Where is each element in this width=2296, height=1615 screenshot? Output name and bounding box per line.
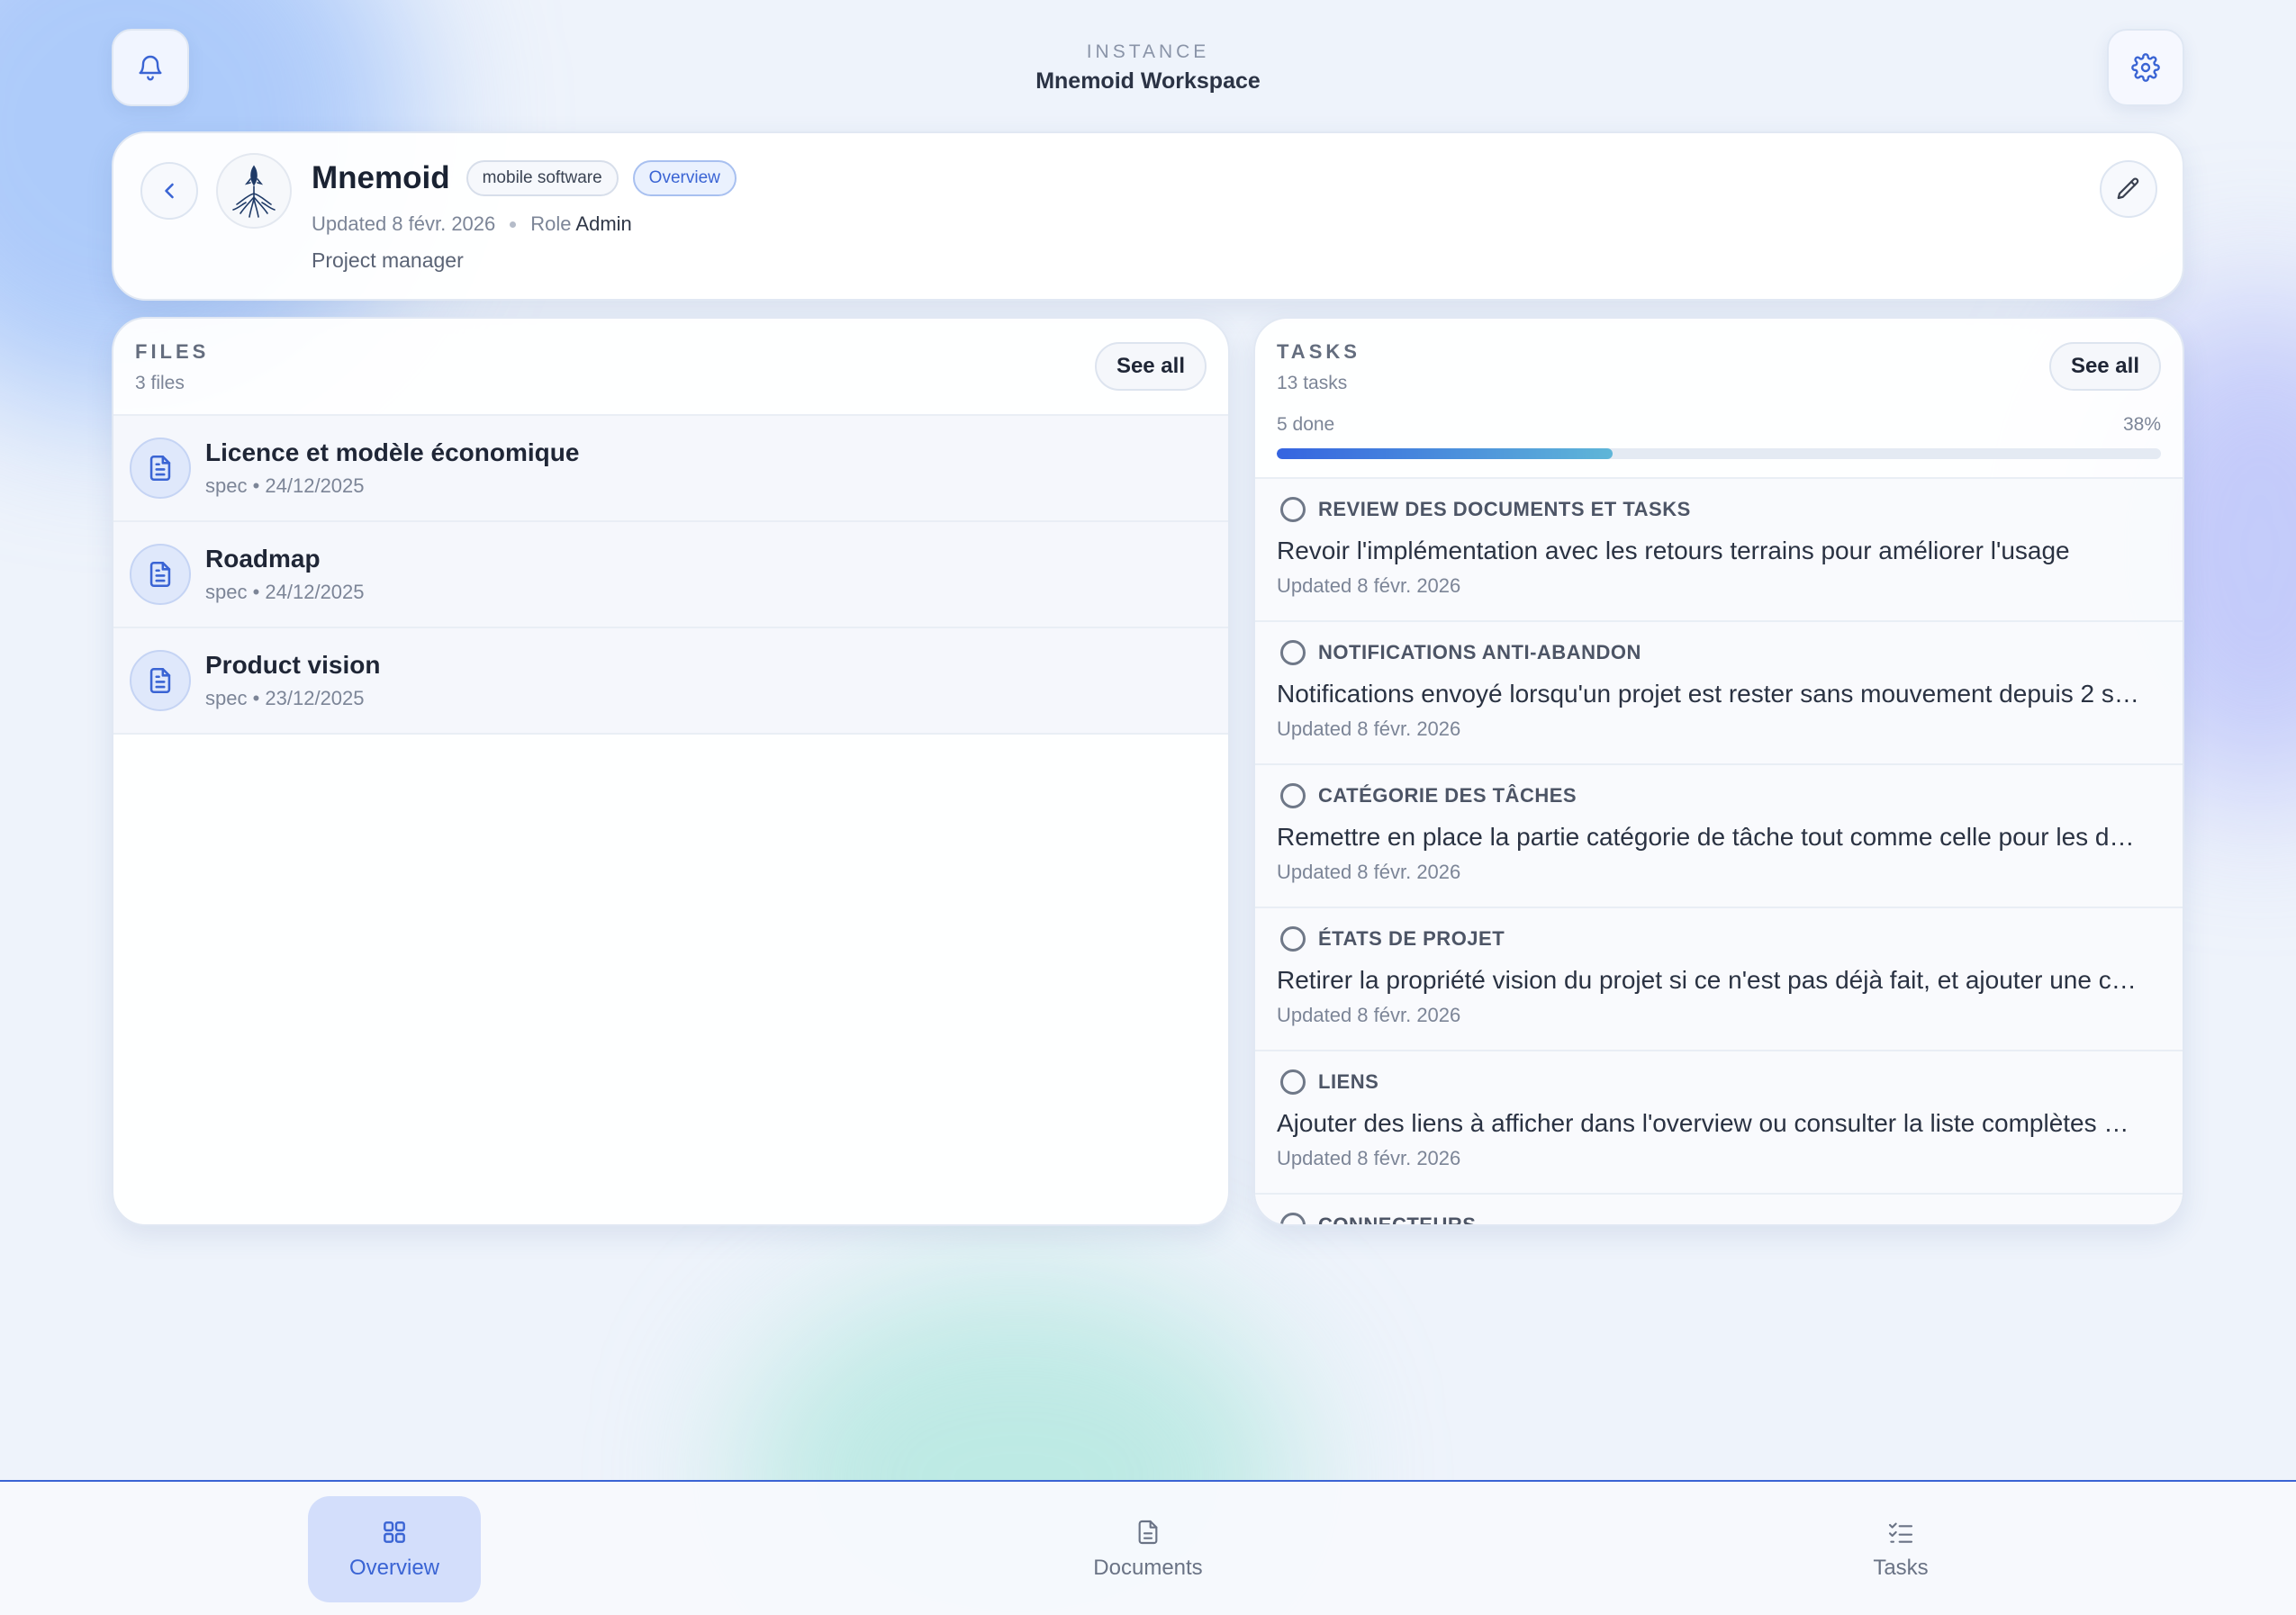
tasks-panel: TASKS 13 tasks See all 5 done 38% REVIEW… [1253,317,2184,1226]
task-title: NOTIFICATIONS ANTI-ABANDON [1318,641,1641,663]
task-item[interactable]: LIENS Ajouter des liens à afficher dans … [1255,1051,2183,1195]
project-avatar [216,153,292,229]
progress-labels: 5 done 38% [1277,414,2161,436]
task-updated: Updated 8 févr. 2026 [1277,1004,1461,1026]
file-name: Roadmap [205,545,321,573]
nav-overview[interactable]: Overview [308,1496,481,1602]
project-title-row: Mnemoid mobile software Overview [312,160,737,196]
task-description: Remettre en place la partie catégorie de… [1277,823,2135,851]
edit-project-button[interactable] [2100,160,2157,218]
task-checkbox[interactable] [1280,783,1306,808]
task-updated: Updated 8 févr. 2026 [1277,861,1461,883]
task-checkbox[interactable] [1280,926,1306,952]
files-panel: FILES 3 files See all Licence et modèle … [112,317,1230,1226]
task-title: ÉTATS DE PROJET [1318,927,1505,950]
document-icon [130,438,191,499]
task-title: CONNECTEURS [1318,1214,1477,1226]
nav-tasks-label: Tasks [1873,1556,1929,1580]
file-meta: spec • 24/12/2025 [205,474,365,497]
task-updated: Updated 8 févr. 2026 [1277,717,1461,740]
task-description: Notifications envoyé lorsqu'un projet es… [1277,680,2139,708]
separator-dot [510,221,517,228]
tasks-count: 13 tasks [1277,373,1348,393]
role-label: Role [530,212,572,235]
nav-tasks[interactable]: Tasks [1814,1496,1987,1602]
instance-name: Mnemoid Workspace [1035,68,1261,94]
role-info: Role Admin [530,212,632,236]
project-updated: Updated 8 févr. 2026 [312,212,496,235]
project-meta: Updated 8 févr. 2026 Role Admin [312,212,632,236]
document-icon [130,650,191,711]
task-item[interactable]: ÉTATS DE PROJET Retirer la propriété vis… [1255,908,2183,1051]
task-description: Revoir l'implémentation avec les retours… [1277,537,2070,564]
task-checkbox[interactable] [1280,1213,1306,1224]
gear-icon [2131,53,2160,82]
instance-header: INSTANCE Mnemoid Workspace [0,41,2296,95]
document-icon [1138,1520,1158,1545]
task-item[interactable]: CATÉGORIE DES TÂCHES Remettre en place l… [1255,765,2183,908]
task-item[interactable]: NOTIFICATIONS ANTI-ABANDON Notifications… [1255,622,2183,765]
task-description: Ajouter des liens à afficher dans l'over… [1277,1109,2129,1137]
role-value: Admin [575,212,632,235]
task-checkbox[interactable] [1280,640,1306,665]
task-description: Retirer la propriété vision du projet si… [1277,966,2137,994]
tasks-see-all-button[interactable]: See all [2048,342,2161,391]
overview-chip: Overview [632,160,737,196]
task-title: LIENS [1318,1070,1379,1093]
chevron-left-icon [165,183,174,199]
task-checkbox[interactable] [1280,497,1306,522]
tasks-progress-bar [1277,448,2161,459]
task-item[interactable]: CONNECTEURS [1255,1195,2183,1226]
instance-label: INSTANCE [1086,41,1210,62]
project-card: Mnemoid mobile software Overview Updated… [112,131,2184,301]
files-title: FILES [135,340,210,363]
files-see-all-button[interactable]: See all [1094,342,1207,391]
file-item[interactable]: Roadmap spec • 24/12/2025 [113,522,1228,628]
settings-button[interactable] [2107,29,2184,106]
project-title: Mnemoid [312,160,450,195]
task-title: REVIEW DES DOCUMENTS ET TASKS [1318,498,1691,520]
tasks-done-label: 5 done [1277,414,1335,435]
files-list: Licence et modèle économique spec • 24/1… [113,414,1228,735]
nav-overview-label: Overview [348,1556,440,1580]
project-position: Project manager [312,248,464,272]
files-count: 3 files [135,373,185,393]
grid-icon [384,1521,405,1543]
back-button[interactable] [140,162,198,220]
nav-documents-label: Documents [1093,1556,1203,1580]
nav-documents[interactable]: Documents [1062,1496,1234,1602]
task-updated: Updated 8 févr. 2026 [1277,574,1461,597]
pencil-icon [2117,177,2139,200]
file-name: Product vision [205,651,381,679]
tag-chip: mobile software [466,160,619,196]
bottom-nav: Overview Documents Tasks [0,1480,2296,1615]
file-item[interactable]: Product vision spec • 23/12/2025 [113,628,1228,735]
tasks-percent-label: 38% [2122,414,2161,435]
task-item[interactable]: REVIEW DES DOCUMENTS ET TASKS Revoir l'i… [1255,479,2183,622]
task-title: CATÉGORIE DES TÂCHES [1318,784,1577,807]
tasks-progress-fill [1277,448,1614,459]
rocket-tree-logo-icon [232,165,276,218]
file-name: Licence et modèle économique [205,438,580,466]
tasks-list: REVIEW DES DOCUMENTS ET TASKS Revoir l'i… [1255,477,2183,1226]
file-meta: spec • 23/12/2025 [205,687,365,709]
task-updated: Updated 8 févr. 2026 [1277,1147,1461,1169]
document-icon [130,544,191,605]
file-item[interactable]: Licence et modèle économique spec • 24/1… [113,416,1228,522]
checklist-icon [1888,1522,1913,1543]
task-checkbox[interactable] [1280,1069,1306,1095]
tasks-title: TASKS [1277,340,1360,363]
file-meta: spec • 24/12/2025 [205,581,365,603]
